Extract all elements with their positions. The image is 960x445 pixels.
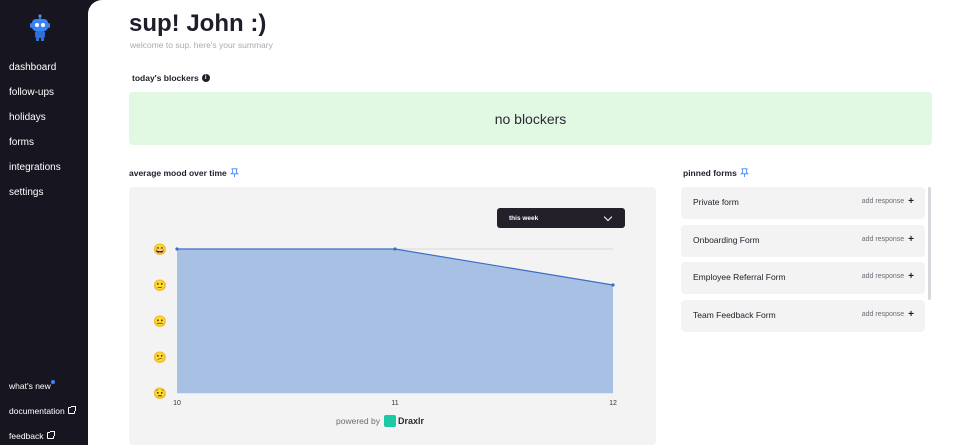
form-name: Onboarding Form [693,234,760,245]
add-response-label: add response [861,273,905,280]
whats-new-link[interactable]: what's new [9,373,75,398]
add-response-button[interactable]: add response + [861,233,914,245]
pinned-forms-list: Private form add response + Onboarding Fo… [681,187,925,337]
blockers-title-text: today's blockers [132,73,199,83]
powered-by-text: powered by [336,416,380,426]
add-response-label: add response [861,235,905,243]
chart-y-tick-label: 🙂 [153,279,167,292]
pinned-form-item[interactable]: Employee Referral Form add response + [681,262,925,294]
external-link-icon [46,431,55,439]
pin-icon[interactable] [740,168,749,178]
plus-icon: + [908,233,914,245]
notification-dot-icon [50,379,55,384]
pin-icon[interactable] [229,168,239,178]
add-response-button[interactable]: add response + [861,308,914,320]
chart-y-tick-label: 😄 [153,243,167,256]
mood-heading: average mood over time [129,168,239,178]
add-response-label: add response [861,198,905,205]
sidebar-nav: dashboard follow-ups holidays forms inte… [9,58,61,208]
form-name: Team Feedback Form [693,309,776,320]
nav-dashboard[interactable]: dashboard [9,58,61,83]
app-window: dashboard follow-ups holidays forms inte… [0,0,960,445]
plus-icon: + [908,308,914,320]
nav-follow-ups[interactable]: follow-ups [9,83,61,108]
chart-x-tick-label: 12 [609,400,617,407]
draxlr-logo-icon [383,415,396,427]
page-title: sup! John :) [129,10,267,37]
form-name: Employee Referral Form [693,272,786,282]
chevron-down-icon [603,212,613,222]
nav-holidays[interactable]: holidays [9,108,61,133]
documentation-link[interactable]: documentation [9,398,76,423]
pinned-title-text: pinned forms [683,168,737,178]
chart-point [393,247,397,251]
pinned-forms-scrollbar[interactable] [928,187,931,300]
draxlr-brand[interactable]: Draxlr [398,416,424,426]
chart-x-tick-label: 10 [173,400,181,407]
chart-point [611,283,615,287]
mood-chart-card: 😄 🙂 😐 😕 😟 10 11 12 this week powered by Draxlr [129,187,656,445]
documentation-label: documentation [9,405,65,416]
feedback-link[interactable]: feedback [9,423,75,445]
whats-new-label: what's new [9,380,51,391]
chart-y-tick-label: 😕 [153,351,167,364]
chart-x-tick-label: 11 [391,400,398,407]
pinned-form-item[interactable]: Private form add response + [681,187,925,219]
chart-y-tick-label: 😐 [153,315,167,328]
page-subtitle: welcome to sup. here's your summary [130,40,273,50]
chart-y-tick-label: 😟 [153,387,167,400]
add-response-button[interactable]: add response + [861,271,914,282]
pinned-forms-heading: pinned forms [683,168,749,178]
pinned-form-item[interactable]: Team Feedback Form add response + [681,299,925,332]
pinned-form-item[interactable]: Onboarding Form add response + [681,224,925,257]
mood-title-text: average mood over time [129,168,227,178]
add-response-label: add response [861,310,905,318]
robot-logo-icon[interactable] [28,14,52,42]
external-link-icon [67,406,76,414]
form-name: Private form [693,197,739,207]
blockers-heading: today's blockers i [132,73,210,83]
nav-integrations[interactable]: integrations [9,158,61,183]
chart-point [175,247,179,251]
period-select-value: this week [509,214,539,222]
sidebar: dashboard follow-ups holidays forms inte… [0,0,88,445]
chart-area [177,249,613,393]
blockers-panel: no blockers [129,92,932,145]
plus-icon: + [908,196,914,207]
plus-icon: + [908,271,914,282]
main-content: sup! John :) welcome to sup. here's your… [88,0,960,445]
sidebar-bottom-nav: what's new documentation feedback [9,373,76,445]
powered-by: powered by Draxlr [336,415,424,427]
nav-forms[interactable]: forms [9,133,61,158]
period-select[interactable]: this week [497,208,625,228]
blockers-empty-text: no blockers [494,110,567,127]
info-icon[interactable]: i [201,74,210,82]
nav-settings[interactable]: settings [9,183,61,208]
feedback-label: feedback [9,430,44,441]
add-response-button[interactable]: add response + [861,196,914,207]
